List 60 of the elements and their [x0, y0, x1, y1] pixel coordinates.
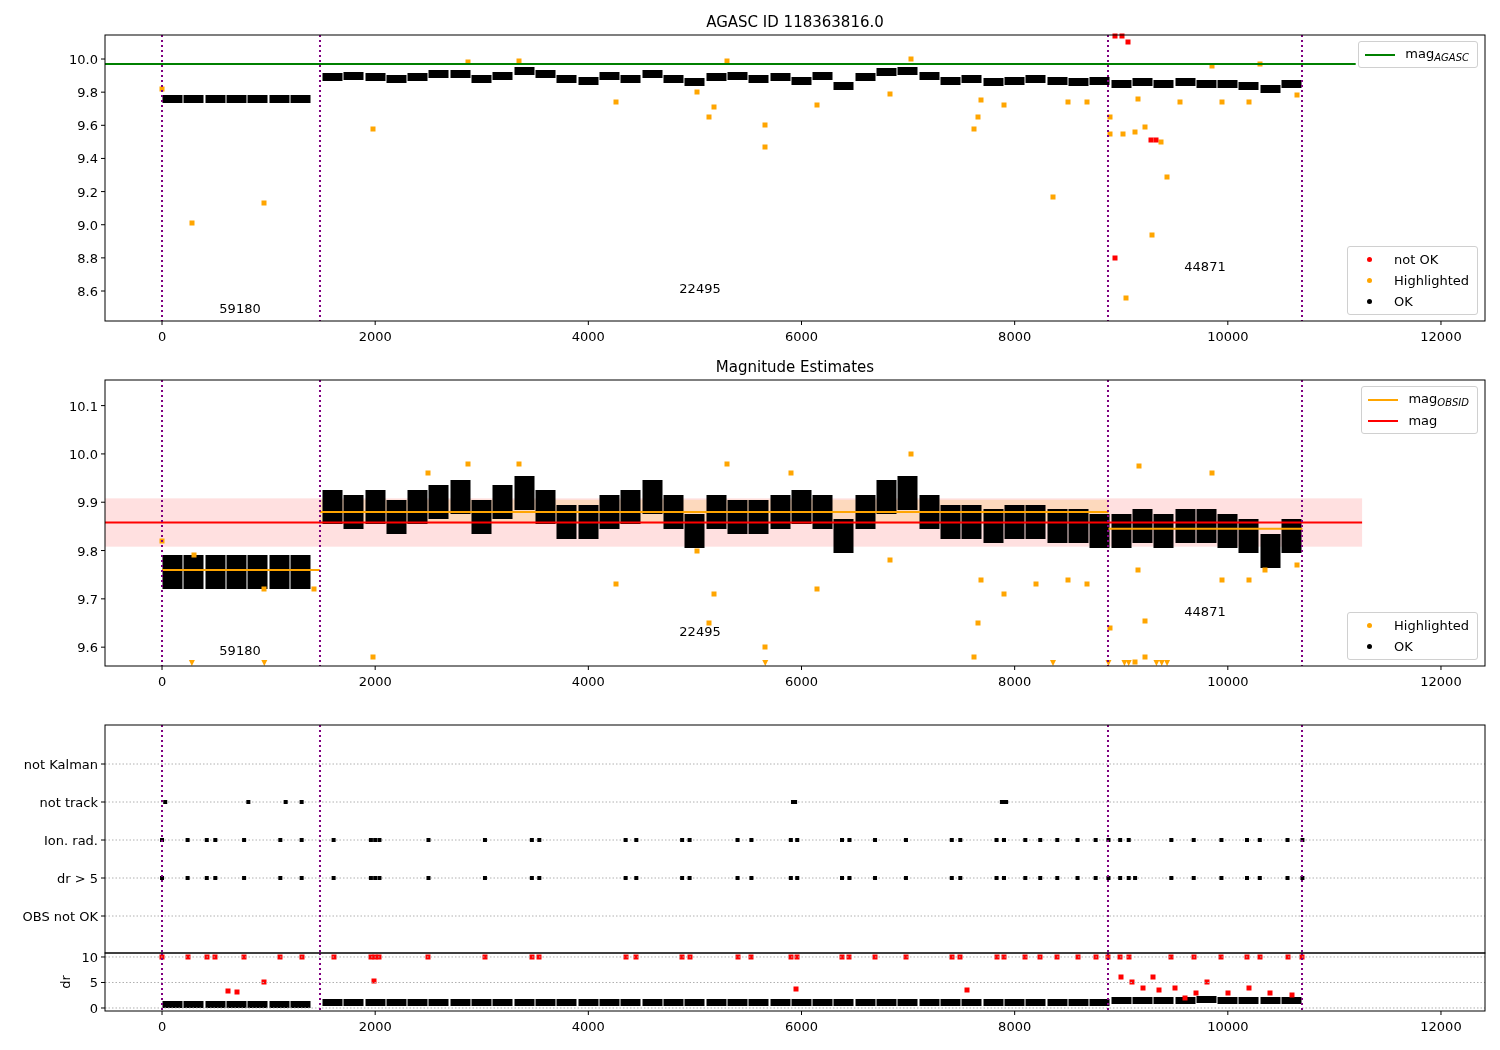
tick-label: 8000	[998, 1019, 1032, 1034]
tick-label: 8.8	[77, 250, 98, 266]
annotation-label: 44871	[1184, 259, 1226, 275]
tick-label: 10	[81, 950, 98, 965]
tick-label: 12000	[1420, 674, 1462, 689]
annotation-label: 44871	[1184, 603, 1226, 619]
tick-label: 12000	[1420, 1019, 1462, 1034]
tick-label: 9.2	[77, 184, 98, 200]
chart-title: Magnitude Estimates	[715, 358, 875, 376]
tick-label: 8000	[998, 329, 1032, 344]
tick-label: 9.4	[77, 151, 98, 167]
legend-label: Highlighted	[1394, 618, 1469, 633]
tick-label: 9.8	[77, 85, 98, 101]
tick-label: 8000	[998, 674, 1032, 689]
tick-label: 9.6	[77, 640, 98, 656]
tick-label: 2000	[358, 1019, 392, 1034]
tick-label: 6000	[784, 329, 819, 344]
tick-label: 12000	[1420, 329, 1462, 344]
tick-label: 9.0	[77, 217, 98, 233]
tick-label: 9.8	[77, 543, 98, 559]
annotation-label: 22495	[679, 280, 721, 296]
axis-label: dr	[58, 975, 73, 989]
tick-label: 10000	[1207, 1019, 1249, 1034]
legend-label: mag	[1408, 413, 1438, 428]
tick-label: 2000	[358, 329, 392, 344]
legend-label: OK	[1394, 639, 1413, 654]
tick-label: not track	[39, 795, 98, 810]
tick-label: OBS not OK	[22, 909, 98, 924]
annotation-label: 59180	[219, 300, 261, 316]
annotation-label: 59180	[219, 643, 261, 659]
tick-label: 0	[157, 674, 167, 689]
legend-label: OK	[1394, 294, 1413, 309]
tick-label: 9.7	[77, 591, 98, 607]
tick-label: 10000	[1207, 674, 1249, 689]
tick-label: 10000	[1207, 329, 1249, 344]
tick-label: 0	[157, 329, 167, 344]
chart-title: AGASC ID 118363816.0	[706, 13, 884, 31]
tick-label: not Kalman	[23, 757, 98, 772]
tick-label: 10.1	[69, 398, 98, 414]
tick-label: 9.6	[77, 118, 98, 134]
tick-label: 10.0	[69, 446, 98, 462]
legend-label: mag$_{AGASC}$	[1405, 46, 1469, 63]
annotation-label: 22495	[679, 623, 721, 639]
tick-label: 4000	[571, 674, 605, 689]
tick-label: 0	[157, 1019, 167, 1034]
tick-label: 4000	[571, 329, 605, 344]
tick-label: 5	[89, 975, 98, 991]
tick-label: 8.6	[77, 284, 98, 299]
tick-label: 6000	[784, 1019, 819, 1034]
legend-label: not OK	[1394, 252, 1439, 267]
tick-label: 2000	[358, 674, 392, 689]
tick-label: 10.0	[69, 52, 98, 68]
tick-label: 0	[89, 1001, 98, 1016]
tick-label: dr > 5	[56, 871, 98, 886]
tick-label: Ion. rad.	[44, 833, 98, 848]
legend-label: mag$_{OBSID}$	[1408, 391, 1469, 408]
legend-label: Highlighted	[1394, 273, 1469, 288]
tick-label: 4000	[571, 1019, 605, 1034]
tick-label: 9.9	[77, 495, 98, 511]
tick-label: 6000	[784, 674, 819, 689]
